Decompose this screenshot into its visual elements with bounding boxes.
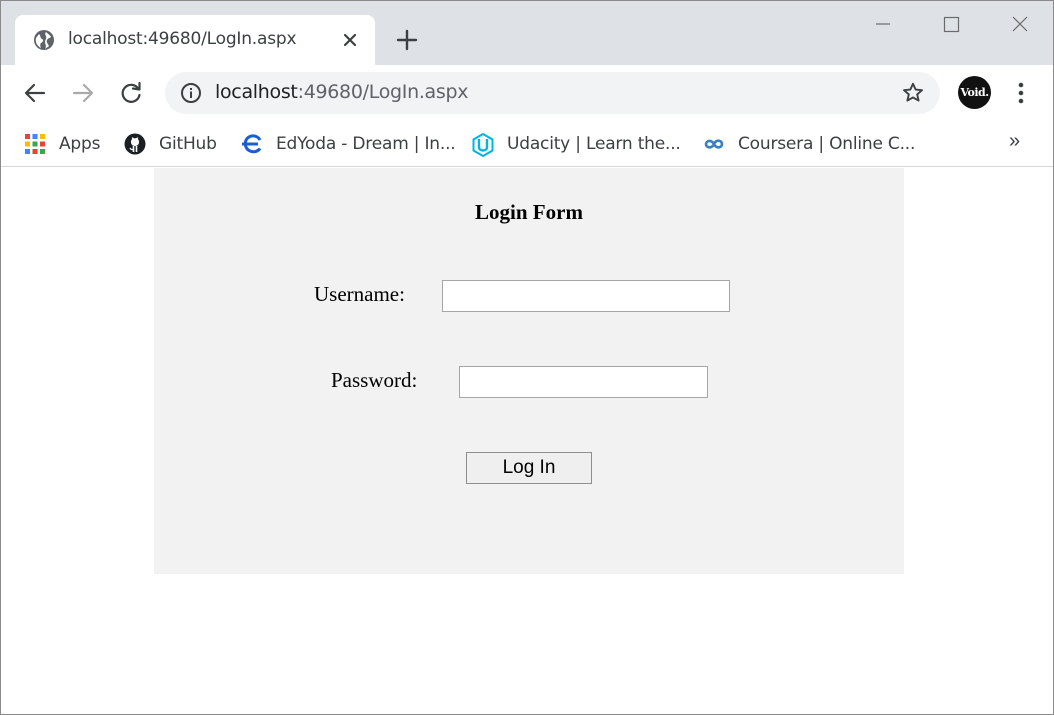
- profile-avatar[interactable]: Void.: [958, 76, 991, 109]
- window-close-icon[interactable]: [1007, 11, 1033, 37]
- bookmark-label: Udacity | Learn the...: [507, 134, 681, 154]
- tab-title: localhost:49680/LogIn.aspx: [68, 29, 297, 49]
- tab-strip: localhost:49680/LogIn.aspx: [1, 1, 1053, 65]
- url-host: localhost: [215, 81, 298, 103]
- form-title: Login Form: [475, 200, 583, 224]
- password-label: Password:: [331, 368, 418, 392]
- close-tab-icon[interactable]: [339, 29, 361, 51]
- bookmark-star-icon[interactable]: [901, 81, 925, 105]
- login-form-panel: Login Form Username: Password: Log In: [154, 168, 904, 574]
- bookmark-label: EdYoda - Dream | In...: [276, 134, 456, 154]
- browser-window: localhost:49680/LogIn.aspx localhost:496…: [0, 0, 1054, 715]
- login-button[interactable]: Log In: [466, 452, 592, 484]
- bookmark-label: GitHub: [159, 134, 217, 154]
- back-arrow-icon[interactable]: [21, 79, 49, 107]
- new-tab-icon[interactable]: [395, 28, 419, 52]
- bookmark-label: Apps: [59, 134, 101, 154]
- bookmark-apps[interactable]: Apps: [24, 129, 100, 159]
- username-label: Username:: [314, 282, 405, 306]
- bookmark-edyoda[interactable]: EdYoda - Dream | In...: [241, 129, 456, 159]
- edyoda-icon: [241, 133, 263, 155]
- globe-icon: [33, 29, 55, 51]
- bookmark-github[interactable]: GitHub: [124, 129, 217, 159]
- bookmark-label: Coursera | Online C...: [738, 134, 916, 154]
- minimize-icon[interactable]: [870, 11, 896, 37]
- coursera-icon: [703, 133, 725, 155]
- apps-grid-icon: [24, 133, 46, 155]
- username-input[interactable]: [442, 280, 730, 312]
- bookmark-coursera[interactable]: Coursera | Online C...: [703, 129, 915, 159]
- url-path: :49680/LogIn.aspx: [297, 81, 469, 103]
- bookmark-udacity[interactable]: Udacity | Learn the...: [472, 129, 681, 159]
- page-content: Login Form Username: Password: Log In: [1, 168, 1053, 714]
- forward-arrow-icon[interactable]: [69, 79, 97, 107]
- url-text[interactable]: localhost:49680/LogIn.aspx: [215, 81, 469, 103]
- reload-icon[interactable]: [117, 79, 145, 107]
- password-input[interactable]: [459, 366, 708, 398]
- toolbar: localhost:49680/LogIn.aspx Void.: [1, 65, 1053, 121]
- bookmarks-bar: Apps GitHub EdYoda - Dream | In... Udaci…: [1, 121, 1053, 167]
- udacity-icon: [472, 132, 494, 158]
- more-vertical-icon[interactable]: [1009, 79, 1033, 107]
- maximize-icon[interactable]: [938, 11, 964, 37]
- address-bar[interactable]: localhost:49680/LogIn.aspx: [165, 72, 940, 114]
- github-icon: [124, 133, 146, 155]
- tab-active[interactable]: localhost:49680/LogIn.aspx: [15, 15, 375, 65]
- bookmarks-overflow-icon[interactable]: »: [1009, 130, 1020, 153]
- info-icon[interactable]: [180, 82, 202, 104]
